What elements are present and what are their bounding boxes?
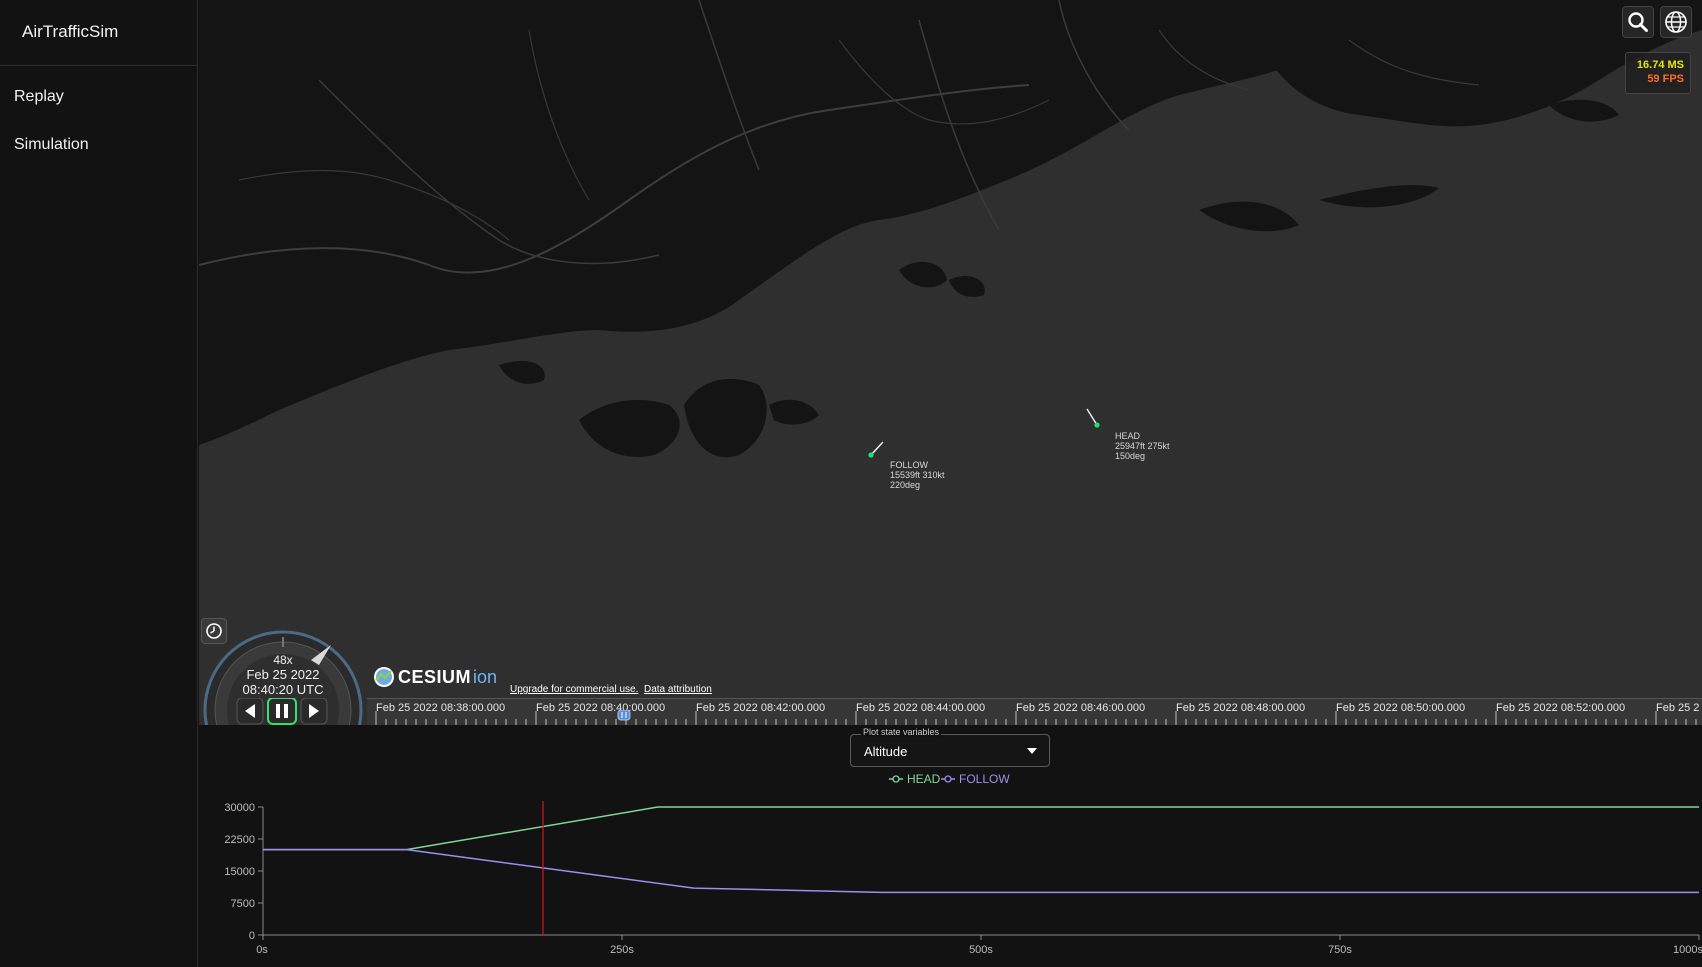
aircraft-label-follow: FOLLOW 15539ft 310kt 220deg [890, 460, 945, 490]
search-icon [1628, 12, 1648, 32]
performance-display: 16.74 MS 59 FPS [1625, 52, 1691, 94]
chevron-down-icon [1027, 748, 1037, 754]
map-viewport[interactable]: FOLLOW 15539ft 310kt 220deg HEAD 25947ft… [199, 0, 1702, 725]
timeline[interactable]: Feb 25 2022 08:38:00.000 Feb 25 2022 08:… [367, 698, 1702, 725]
clock-time: 08:40:20 UTC [242, 682, 324, 697]
x-tick-label: 500s [969, 944, 993, 956]
legend-marker-head [892, 775, 900, 783]
play-reverse-button[interactable] [236, 698, 264, 725]
frames-per-second: 59 FPS [1647, 73, 1684, 85]
data-attribution-link[interactable]: Data attribution [644, 684, 712, 695]
timeline-ticks [375, 711, 1697, 725]
sidebar-item-simulation[interactable]: Simulation [14, 136, 89, 154]
legend-label-follow: FOLLOW [959, 773, 1010, 786]
y-tick-label: 7500 [231, 898, 255, 910]
upgrade-commercial-link[interactable]: Upgrade for commercial use. [510, 684, 638, 695]
aircraft-follow-marker[interactable] [868, 441, 884, 458]
sidebar: AirTrafficSim Replay Simulation [0, 0, 198, 967]
aircraft-heading: 150deg [1115, 451, 1146, 461]
aircraft-alt-speed: 25947ft 275kt [1115, 441, 1170, 451]
select-value: Altitude [864, 744, 908, 759]
geocoder-search-button[interactable] [1622, 6, 1654, 38]
scene-mode-button[interactable] [1660, 6, 1692, 38]
clock-reset-button[interactable] [201, 618, 227, 644]
map-canvas[interactable] [199, 0, 1702, 725]
globe-icon [1665, 11, 1687, 33]
select-legend-label: Plot state variables [861, 727, 942, 737]
cesium-wordmark: CESIUM [398, 666, 472, 687]
frame-time-ms: 16.74 MS [1636, 59, 1684, 71]
y-tick-label: 15000 [224, 866, 255, 878]
aircraft-alt-speed: 15539ft 310kt [890, 470, 945, 480]
aircraft-callsign: FOLLOW [890, 460, 929, 470]
legend-marker-follow [944, 775, 952, 783]
timeline-needle[interactable] [617, 710, 631, 722]
sidebar-item-replay[interactable]: Replay [14, 88, 64, 106]
playback-controls [236, 698, 328, 725]
y-tick-label: 0 [249, 930, 255, 942]
aircraft-callsign: HEAD [1115, 431, 1141, 441]
cesium-ion-logo[interactable]: CESIUM ion [373, 666, 497, 688]
legend-label-head: HEAD [907, 773, 941, 786]
plot-variable-select[interactable]: Plot state variables Altitude [850, 727, 1050, 767]
sidebar-divider [0, 65, 198, 66]
clock-icon [206, 623, 222, 639]
clock-date: Feb 25 2022 [246, 667, 320, 682]
series-line-follow [263, 848, 1699, 894]
play-forward-button[interactable] [300, 698, 328, 725]
altitude-chart: 0 7500 15000 22500 30000 0s 250s 500s 750s 1000s H… [224, 773, 1702, 956]
series-line-head [263, 806, 1699, 851]
aircraft-label-head: HEAD 25947ft 275kt 150deg [1115, 431, 1170, 461]
y-tick-label: 22500 [224, 834, 255, 846]
x-tick-label: 1000s [1673, 944, 1702, 956]
playback-speed: 48x [273, 653, 293, 667]
cesium-logo-icon [374, 667, 394, 687]
aircraft-head-marker[interactable] [1086, 408, 1100, 428]
plot-panel: Plot state variables Altitude 0 7500 15000… [199, 725, 1702, 967]
pause-icon [276, 704, 280, 718]
aircraft-heading: 220deg [890, 480, 921, 490]
y-tick-label: 30000 [224, 802, 255, 814]
ion-wordmark: ion [473, 666, 498, 687]
x-tick-label: 750s [1328, 944, 1352, 956]
x-tick-label: 250s [610, 944, 634, 956]
app-title: AirTrafficSim [22, 22, 119, 41]
x-tick-label: 0s [256, 944, 268, 956]
pause-button[interactable] [267, 698, 297, 725]
